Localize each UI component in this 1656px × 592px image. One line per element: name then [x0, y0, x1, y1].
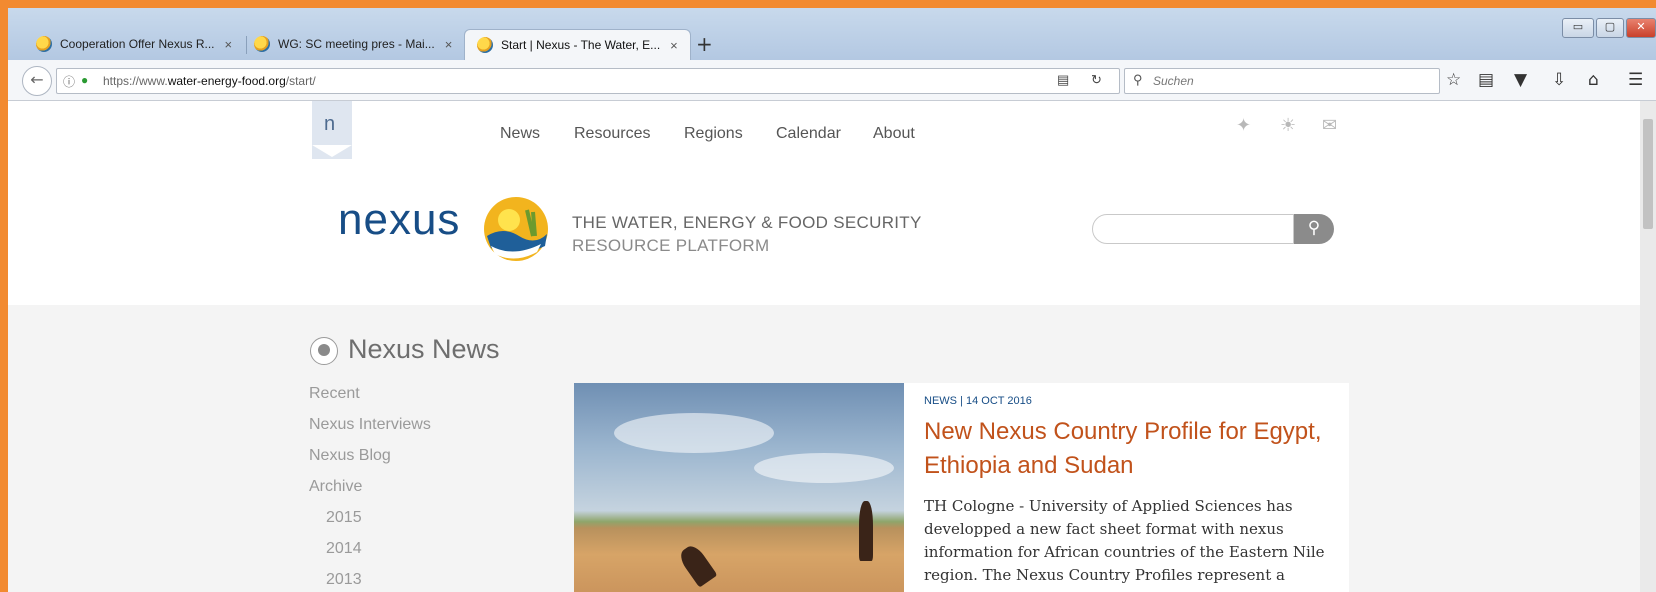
- home-icon[interactable]: ⌂: [1588, 70, 1599, 90]
- info-icon[interactable]: ⓘ: [63, 73, 75, 90]
- close-icon[interactable]: ×: [445, 37, 453, 52]
- vertical-scrollbar[interactable]: [1640, 101, 1656, 592]
- nexus-favicon-icon: [36, 36, 52, 52]
- side-nav-blog[interactable]: Nexus Blog: [309, 447, 431, 478]
- minimize-button[interactable]: ▭: [1562, 18, 1594, 38]
- archive-year-2015[interactable]: 2015: [309, 509, 431, 540]
- tab-start-nexus[interactable]: Start | Nexus - The Water, E... ×: [464, 29, 691, 60]
- site-search-button[interactable]: ⚲: [1294, 214, 1334, 244]
- close-window-button[interactable]: ✕: [1626, 18, 1656, 38]
- site-tagline: THE WATER, ENERGY & FOOD SECURITY RESOUR…: [572, 211, 922, 257]
- url-path: /start/: [285, 74, 316, 88]
- browser-window: Cooperation Offer Nexus R... × WG: SC me…: [8, 8, 1656, 592]
- url-text[interactable]: https://www.water-energy-food.org/start/: [103, 74, 316, 88]
- tab-title: Start | Nexus - The Water, E...: [501, 38, 661, 52]
- address-bar[interactable]: ⓘ ● https://www.water-energy-food.org/st…: [56, 68, 1120, 94]
- side-nav-archive[interactable]: Archive: [309, 478, 431, 509]
- bell-icon: [310, 337, 338, 365]
- side-nav-interviews[interactable]: Nexus Interviews: [309, 416, 431, 447]
- hamburger-menu-icon[interactable]: ☰: [1628, 70, 1643, 90]
- star-icon[interactable]: ☆: [1446, 70, 1461, 90]
- search-icon: ⚲: [1133, 72, 1143, 87]
- news-image[interactable]: [574, 383, 904, 592]
- web-page: n News Resources Regions Calendar About …: [8, 101, 1640, 592]
- tab-cooperation-offer[interactable]: Cooperation Offer Nexus R... ×: [36, 29, 232, 59]
- tab-sc-meeting[interactable]: WG: SC meeting pres - Mai... ×: [254, 29, 452, 59]
- tab-strip: Cooperation Offer Nexus R... × WG: SC me…: [8, 8, 1656, 60]
- menu-about[interactable]: About: [873, 125, 915, 143]
- tab-title: Cooperation Offer Nexus R...: [60, 37, 215, 51]
- cloud-shape: [754, 453, 894, 483]
- rss-icon[interactable]: ☀: [1280, 115, 1296, 136]
- tab-separator: [246, 36, 247, 54]
- nexus-favicon-icon: [477, 37, 493, 53]
- navigation-bar: ← ⓘ ● https://www.water-energy-food.org/…: [8, 60, 1656, 101]
- site-search-input[interactable]: [1092, 214, 1294, 244]
- scrollbar-thumb[interactable]: [1643, 119, 1653, 229]
- close-icon[interactable]: ×: [225, 37, 233, 52]
- nexus-tab-button[interactable]: n: [312, 101, 352, 159]
- menu-calendar[interactable]: Calendar: [776, 125, 841, 143]
- twitter-icon[interactable]: ✦: [1236, 115, 1251, 136]
- url-domain: water-energy-food.org: [167, 74, 286, 88]
- section-title: Nexus News: [348, 334, 500, 364]
- mail-icon[interactable]: ✉: [1322, 115, 1337, 136]
- cloud-shape: [614, 413, 774, 453]
- library-icon[interactable]: ▤: [1478, 70, 1494, 90]
- archive-year-2014[interactable]: 2014: [309, 540, 431, 571]
- back-arrow-icon[interactable]: ←: [22, 66, 52, 96]
- news-card: NEWS | 14 OCT 2016 New Nexus Country Pro…: [904, 383, 1349, 592]
- close-icon[interactable]: ×: [670, 38, 678, 53]
- tagline-line-2: RESOURCE PLATFORM: [572, 236, 770, 255]
- tab-title: WG: SC meeting pres - Mai...: [278, 37, 435, 51]
- nexus-logo-text[interactable]: nexus: [338, 195, 460, 245]
- pocket-icon[interactable]: ▼: [1514, 70, 1527, 90]
- search-placeholder: Suchen: [1153, 74, 1194, 88]
- browser-search-input[interactable]: ⚲ Suchen: [1124, 68, 1440, 94]
- person-figure: [859, 501, 873, 561]
- tagline-line-1: THE WATER, ENERGY & FOOD SECURITY: [572, 213, 922, 232]
- download-icon[interactable]: ⇩: [1552, 70, 1566, 90]
- new-tab-button[interactable]: +: [696, 32, 713, 56]
- archive-year-2013[interactable]: 2013: [309, 571, 431, 592]
- article-excerpt: TH Cologne - University of Applied Scien…: [924, 497, 1325, 592]
- site-header: n News Resources Regions Calendar About …: [8, 101, 1640, 305]
- menu-regions[interactable]: Regions: [684, 125, 743, 143]
- lock-icon[interactable]: ●: [81, 73, 88, 87]
- bell-dot: [318, 344, 330, 356]
- reader-view-icon[interactable]: ▤: [1057, 72, 1069, 88]
- search-icon: ⚲: [1307, 218, 1321, 238]
- side-nav-recent[interactable]: Recent: [309, 385, 431, 416]
- person-figure: [676, 542, 718, 588]
- article-headline[interactable]: New Nexus Country Profile for Egypt, Eth…: [924, 415, 1334, 483]
- chevron-down-icon: [312, 145, 352, 157]
- nexus-favicon-icon: [254, 36, 270, 52]
- nexus-tab-letter: n: [324, 113, 336, 135]
- maximize-button[interactable]: ▢: [1596, 18, 1624, 38]
- url-prefix: https://www.: [103, 74, 168, 88]
- reload-icon[interactable]: ↻: [1091, 72, 1102, 88]
- news-side-nav: Recent Nexus Interviews Nexus Blog Archi…: [309, 385, 431, 592]
- menu-news[interactable]: News: [500, 125, 540, 143]
- article-meta: NEWS | 14 OCT 2016: [924, 395, 1032, 407]
- menu-resources[interactable]: Resources: [574, 125, 650, 143]
- nexus-logo-icon[interactable]: [483, 196, 549, 262]
